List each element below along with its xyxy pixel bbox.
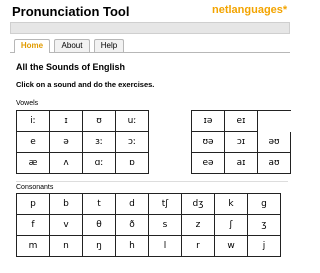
diphthong-sound-button-empty bbox=[258, 111, 291, 132]
header: Pronunciation Tool netlanguages* bbox=[0, 0, 300, 36]
consonant-sound-button[interactable]: m bbox=[17, 236, 50, 257]
brand-logo[interactable]: netlanguages* bbox=[212, 4, 287, 16]
diphthong-sound-button[interactable]: ɪə bbox=[192, 111, 225, 132]
consonant-sound-button[interactable]: b bbox=[50, 194, 83, 215]
consonant-sound-button[interactable]: ð bbox=[116, 215, 149, 236]
consonant-sound-button[interactable]: l bbox=[149, 236, 182, 257]
vowel-sound-button[interactable]: e bbox=[17, 132, 50, 153]
vowel-sound-button[interactable]: ɑː bbox=[83, 153, 116, 174]
vowel-sound-button[interactable]: ɪ bbox=[50, 111, 83, 132]
vowel-sound-button[interactable]: iː bbox=[17, 111, 50, 132]
vowels-label: Vowels bbox=[16, 100, 39, 107]
consonant-sound-button[interactable]: ʃ bbox=[215, 215, 248, 236]
consonant-sound-button[interactable]: d bbox=[116, 194, 149, 215]
vowels-diphthong-grid: ɪə eɪ ʊə ɔɪ əʊ eə aɪ aʊ bbox=[191, 110, 291, 174]
tab-help[interactable]: Help bbox=[94, 39, 124, 52]
app-title: Pronunciation Tool bbox=[12, 4, 130, 19]
consonant-sound-button[interactable]: j bbox=[248, 236, 281, 257]
page-heading: All the Sounds of English bbox=[16, 62, 125, 72]
consonants-label: Consonants bbox=[16, 184, 54, 191]
consonant-sound-button[interactable]: tʃ bbox=[149, 194, 182, 215]
diphthong-sound-button[interactable]: eə bbox=[192, 153, 225, 174]
consonant-sound-button[interactable]: f bbox=[17, 215, 50, 236]
consonant-sound-button[interactable]: ŋ bbox=[83, 236, 116, 257]
consonant-sound-button[interactable]: ʒ bbox=[248, 215, 281, 236]
vowel-sound-button[interactable]: uː bbox=[116, 111, 149, 132]
tab-bar: Home About Help bbox=[10, 38, 290, 53]
vowel-sound-button[interactable]: ɒ bbox=[116, 153, 149, 174]
instruction-text: Click on a sound and do the exercises. bbox=[16, 80, 155, 89]
tab-home[interactable]: Home bbox=[14, 39, 50, 53]
consonant-sound-button[interactable]: r bbox=[182, 236, 215, 257]
consonant-sound-button[interactable]: s bbox=[149, 215, 182, 236]
consonant-sound-button[interactable]: w bbox=[215, 236, 248, 257]
search-bar[interactable] bbox=[10, 22, 290, 34]
consonant-sound-button[interactable]: h bbox=[116, 236, 149, 257]
consonants-grid: p b t d tʃ dʒ k g f v θ ð s z ʃ ʒ m n ŋ h l r w j bbox=[16, 193, 281, 257]
vowel-sound-button[interactable]: ʊ bbox=[83, 111, 116, 132]
diphthong-sound-button[interactable]: ɔɪ bbox=[225, 132, 258, 153]
vowel-sound-button[interactable]: æ bbox=[17, 153, 50, 174]
diphthong-sound-button[interactable]: eɪ bbox=[225, 111, 258, 132]
vowel-sound-button[interactable]: ɜː bbox=[83, 132, 116, 153]
diphthong-sound-button[interactable]: ʊə bbox=[192, 132, 225, 153]
consonant-sound-button[interactable]: k bbox=[215, 194, 248, 215]
vowel-sound-button[interactable]: ə bbox=[50, 132, 83, 153]
consonant-sound-button[interactable]: p bbox=[17, 194, 50, 215]
section-divider bbox=[16, 181, 288, 182]
vowel-sound-button[interactable]: ɔː bbox=[116, 132, 149, 153]
vowel-sound-button[interactable]: ʌ bbox=[50, 153, 83, 174]
tab-about[interactable]: About bbox=[54, 39, 90, 52]
consonant-sound-button[interactable]: θ bbox=[83, 215, 116, 236]
consonant-sound-button[interactable]: v bbox=[50, 215, 83, 236]
brand-name: netlanguages bbox=[212, 4, 283, 16]
vowels-monophthong-grid: iː ɪ ʊ uː e ə ɜː ɔː æ ʌ ɑː ɒ bbox=[16, 110, 149, 174]
brand-mark: * bbox=[282, 4, 288, 16]
diphthong-sound-button[interactable]: aʊ bbox=[258, 153, 291, 174]
consonant-sound-button[interactable]: dʒ bbox=[182, 194, 215, 215]
diphthong-sound-button[interactable]: aɪ bbox=[225, 153, 258, 174]
diphthong-sound-button[interactable]: əʊ bbox=[258, 132, 291, 153]
consonant-sound-button[interactable]: n bbox=[50, 236, 83, 257]
consonant-sound-button[interactable]: t bbox=[83, 194, 116, 215]
consonant-sound-button[interactable]: z bbox=[182, 215, 215, 236]
consonant-sound-button[interactable]: g bbox=[248, 194, 281, 215]
